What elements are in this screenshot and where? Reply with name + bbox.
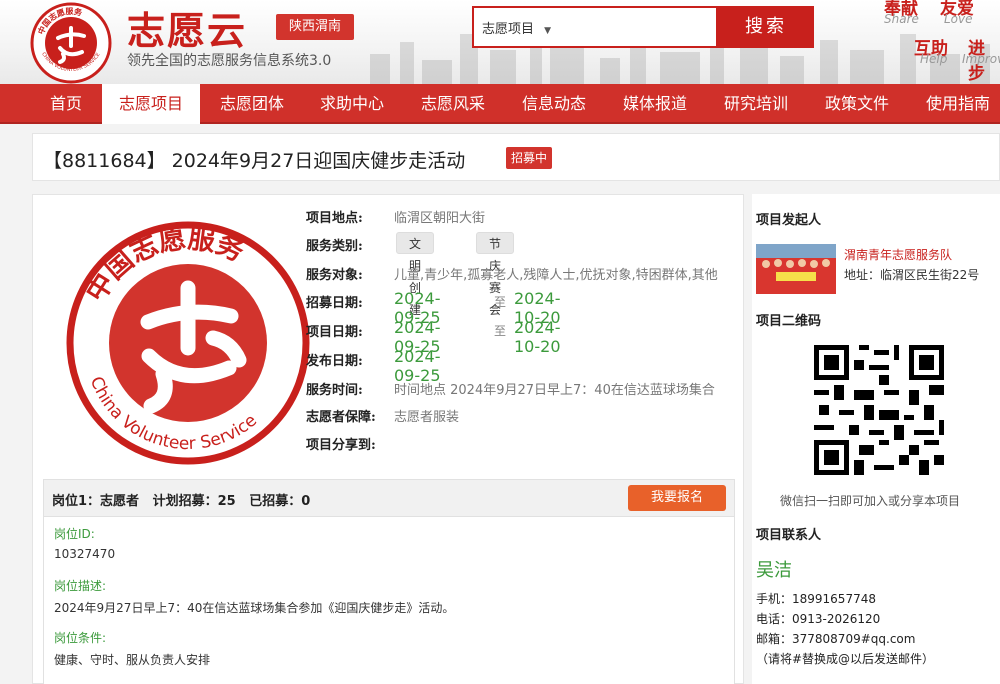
job-desc-label: 岗位描述: [54,579,107,593]
service-time-value: 时间地点 2024年9月27日早上7：40在信达蓝球场集合 [394,383,715,398]
qr-code [809,340,949,480]
slogan-help-en: Help [920,52,948,66]
chevron-down-icon: ▼ [544,26,552,36]
date-separator: 至 [494,295,507,309]
nav-item-training[interactable]: 研究培训 [710,84,802,124]
contact-email: 邮箱：377808709#qq.com [756,632,916,646]
job-header: 岗位1：志愿者 计划招募：25 已招募：0 我要报名 [43,479,735,517]
target-label: 服务对象: [306,268,363,283]
nav-item-media[interactable]: 媒体报道 [609,84,701,124]
search-input[interactable]: 志愿项目 ▼ [472,6,718,48]
site-header: 中国志愿服务 CHINA VOLUNTEER SERVICE 志愿云 陕西渭南 … [0,0,1000,84]
project-date-label: 项目日期: [306,325,363,340]
org-name-link[interactable]: 渭南青年志愿服务队 [844,246,952,263]
org-photo[interactable] [756,244,836,294]
project-title: 【8811684】 2024年9月27日迎国庆健步走活动 [43,150,466,172]
contact-name: 吴洁 [756,560,792,581]
nav-item-projects[interactable]: 志愿项目 [102,84,200,124]
main-nav: 首页 志愿项目 志愿团体 求助中心 志愿风采 信息动态 媒体报道 研究培训 政策… [0,84,1000,124]
publish-date-label: 发布日期: [306,354,363,369]
slogan-love-en: Love [944,12,973,26]
nav-item-news[interactable]: 信息动态 [508,84,600,124]
nav-item-home[interactable]: 首页 [36,84,96,124]
date-separator: 至 [494,324,507,338]
service-time-label: 服务时间: [306,383,363,398]
project-detail-panel: 中国志愿服务 China Volunteer Service 项目地点: 临渭区… [32,194,744,684]
brand-name[interactable]: 志愿云 [127,0,247,55]
nav-item-groups[interactable]: 志愿团体 [206,84,298,124]
contact-phone: 手机：18991657748 [756,592,876,606]
job-desc-value: 2024年9月27日早上7：40在信达蓝球场集合参加《迎国庆健步走》活动。 [54,601,455,615]
job-id-label: 岗位ID: [54,527,95,541]
project-end-date: 2024-10-20 [514,318,561,356]
contact-email-note: （请将#替换成@以后发送邮件） [756,652,935,666]
contact-tel: 电话：0913-2026120 [756,612,881,626]
contact-title: 项目联系人 [756,528,822,543]
signup-button[interactable]: 我要报名 [628,485,726,511]
china-volunteer-logo[interactable]: 中国志愿服务 CHINA VOLUNTEER SERVICE [30,2,112,84]
qr-title: 项目二维码 [756,314,822,329]
group-photo-image [756,244,836,294]
status-badge: 招募中 [506,147,552,169]
region-switch-badge[interactable]: 陕西渭南 [276,14,354,40]
share-label: 项目分享到: [306,438,376,453]
nav-item-policy[interactable]: 政策文件 [811,84,903,124]
job-cond-value: 健康、守时、服从负责人安排 [54,653,211,667]
job-summary: 岗位1：志愿者 计划招募：25 已招募：0 [52,494,311,509]
qr-caption: 微信扫一扫即可加入或分享本项目 [780,494,961,508]
site-tagline: 领先全国的志愿服务信息系统3.0 [127,53,332,69]
nav-item-guide[interactable]: 使用指南 [912,84,1000,124]
guarantee-value: 志愿者服装 [394,410,460,425]
nav-item-showcase[interactable]: 志愿风采 [407,84,499,124]
project-sidebar: 项目发起人 渭南青年志愿服务队 地址：临渭区民生街22号 项目二维码 微信扫一扫… [752,194,1000,684]
initiator-title: 项目发起人 [756,213,822,228]
search-button[interactable]: 搜索 [718,6,814,48]
project-title-bar: 【8811684】 2024年9月27日迎国庆健步走活动 招募中 [32,133,1000,181]
slogan-share-en: Share [884,12,919,26]
search-category-label: 志愿项目 [482,22,535,37]
org-address: 地址：临渭区民生街22号 [844,268,980,282]
category-tag[interactable]: 文明创建 [396,232,435,317]
search-category-select[interactable]: 志愿项目 ▼ [482,18,551,37]
job-id-value: 10327470 [54,547,116,561]
nav-item-help-center[interactable]: 求助中心 [306,84,398,124]
location-label: 项目地点: [306,211,363,226]
slogan-improve-en: Improve [962,52,1000,66]
job-details: 岗位ID: 10327470 岗位描述: 2024年9月27日早上7：40在信达… [43,517,735,684]
category-label: 服务类别: [306,239,363,254]
category-tag[interactable]: 节庆赛会 [476,232,515,317]
job-cond-label: 岗位条件: [54,631,107,645]
china-volunteer-service-logo: 中国志愿服务 China Volunteer Service [66,221,310,465]
recruit-date-label: 招募日期: [306,296,363,311]
guarantee-label: 志愿者保障: [306,410,376,425]
location-value: 临渭区朝阳大街 [394,211,486,226]
target-value: 儿童,青少年,孤寡老人,残障人士,优抚对象,特困群体,其他 [394,268,718,283]
